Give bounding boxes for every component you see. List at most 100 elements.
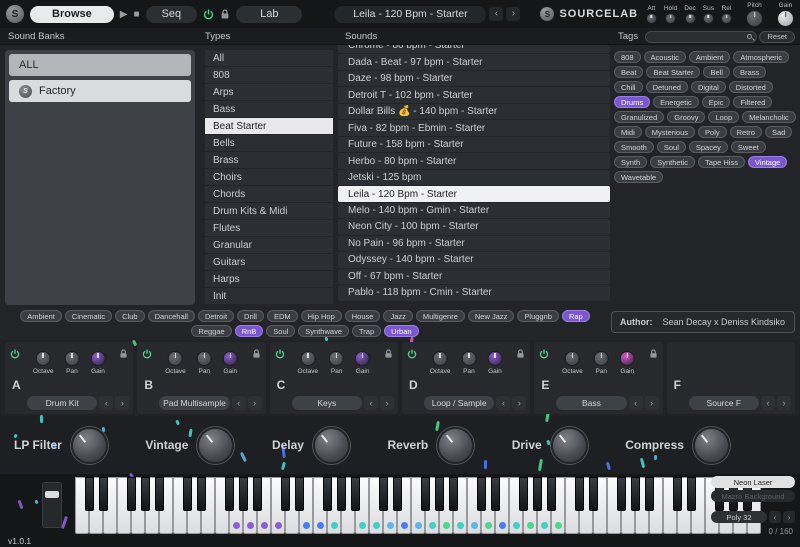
channel-prev-button[interactable]: ‹	[496, 396, 510, 410]
piano-black-key[interactable]	[323, 477, 332, 511]
gain-knob[interactable]	[487, 351, 502, 366]
tag-chip-distorted[interactable]: Distorted	[729, 81, 773, 93]
channel-lock-icon[interactable]	[384, 346, 393, 364]
seq-button[interactable]: Seq	[146, 6, 198, 23]
piano-black-key[interactable]	[225, 477, 234, 511]
genre-chip-rap[interactable]: Rap	[562, 310, 590, 322]
piano-black-key[interactable]	[617, 477, 626, 511]
channel-next-button[interactable]: ›	[115, 396, 129, 410]
tag-chip-melancholic[interactable]: Melancholic	[742, 111, 796, 123]
tag-chip-poly[interactable]: Poly	[698, 126, 727, 138]
lab-button[interactable]: Lab	[236, 6, 302, 23]
piano-black-key[interactable]	[127, 477, 136, 511]
tag-chip-tape-hiss[interactable]: Tape Hiss	[698, 156, 745, 168]
poly-mode-button[interactable]: Poly 32	[711, 511, 767, 523]
piano-black-key[interactable]	[141, 477, 150, 511]
genre-chip-reggae[interactable]: Reggae	[191, 325, 231, 337]
type-item-drum-kits-midi[interactable]: Drum Kits & Midi	[205, 203, 333, 219]
tag-chip-digital[interactable]: Digital	[691, 81, 726, 93]
reset-tags-button[interactable]: Reset	[759, 31, 795, 43]
bank-item-all[interactable]: ALL	[9, 54, 191, 76]
type-item-choirs[interactable]: Choirs	[205, 169, 333, 185]
channel-source-selector[interactable]: Loop / Sample	[424, 396, 494, 410]
tag-chip-brass[interactable]: Brass	[733, 66, 766, 78]
tag-chip-granulized[interactable]: Granulized	[614, 111, 664, 123]
piano-black-key[interactable]	[183, 477, 192, 511]
piano-black-key[interactable]	[337, 477, 346, 511]
piano-black-key[interactable]	[477, 477, 486, 511]
genre-chip-edm[interactable]: EDM	[267, 310, 298, 322]
octave-knob[interactable]	[433, 351, 448, 366]
channel-prev-button[interactable]: ‹	[629, 396, 643, 410]
tag-chip-spacey[interactable]: Spacey	[689, 141, 728, 153]
pan-knob[interactable]	[64, 351, 79, 366]
tag-chip-ambient[interactable]: Ambient	[689, 51, 731, 63]
channel-power-icon[interactable]	[407, 346, 417, 364]
genre-chip-soul[interactable]: Soul	[266, 325, 295, 337]
tag-chip-filtered[interactable]: Filtered	[733, 96, 772, 108]
channel-source-selector[interactable]: Source F	[689, 396, 759, 410]
tag-chip-mysterious[interactable]: Mysterious	[645, 126, 695, 138]
piano-black-key[interactable]	[645, 477, 654, 511]
sound-item-daze-98-bpm-starter[interactable]: Daze - 98 bpm - Starter	[338, 71, 610, 86]
tag-chip-sad[interactable]: Sad	[765, 126, 792, 138]
tag-chip-atmospheric[interactable]: Atmospheric	[733, 51, 789, 63]
genre-chip-dancehall[interactable]: Dancehall	[148, 310, 195, 322]
channel-source-selector[interactable]: Keys	[292, 396, 362, 410]
neon-laser-button[interactable]: Neon Laser	[711, 476, 795, 488]
channel-next-button[interactable]: ›	[645, 396, 659, 410]
type-item-all[interactable]: All	[205, 50, 333, 66]
channel-next-button[interactable]: ›	[777, 396, 791, 410]
power-icon[interactable]	[203, 9, 214, 20]
browse-button[interactable]: Browse	[30, 6, 114, 23]
genre-chip-house[interactable]: House	[345, 310, 381, 322]
piano-black-key[interactable]	[393, 477, 402, 511]
sound-item-neon-city-100-bpm-starter[interactable]: Neon City - 100 bpm - Starter	[338, 219, 610, 234]
genre-chip-trap[interactable]: Trap	[352, 325, 381, 337]
att-knob[interactable]	[646, 13, 657, 24]
preset-selector[interactable]: Leila - 120 Bpm - Starter	[334, 6, 486, 23]
sound-item-leila-120-bpm-starter[interactable]: Leila - 120 Bpm - Starter	[338, 186, 610, 201]
tag-chip-chill[interactable]: Chill	[614, 81, 643, 93]
channel-next-button[interactable]: ›	[248, 396, 262, 410]
sound-item-detroit-t-102-bpm-starter[interactable]: Detroit T - 102 bpm - Starter	[338, 87, 610, 102]
pan-knob[interactable]	[461, 351, 476, 366]
gain-knob[interactable]	[620, 351, 635, 366]
channel-source-selector[interactable]: Bass	[556, 396, 626, 410]
type-item-init[interactable]: Init	[205, 288, 333, 304]
type-item-chords[interactable]: Chords	[205, 186, 333, 202]
compress-knob[interactable]	[693, 427, 730, 464]
tag-chip-bell[interactable]: Bell	[703, 66, 730, 78]
tag-chip-groovy[interactable]: Groovy	[667, 111, 705, 123]
octave-knob[interactable]	[168, 351, 183, 366]
piano-black-key[interactable]	[449, 477, 458, 511]
mazro-background-button[interactable]: Mazro Background	[711, 490, 795, 502]
channel-source-selector[interactable]: Pad Multisample	[159, 396, 229, 410]
genre-chip-ambient[interactable]: Ambient	[20, 310, 62, 322]
sound-item-fiva-82-bpm-ebmin-starter[interactable]: Fiva - 82 bpm - Ebmin - Starter	[338, 120, 610, 135]
channel-power-icon[interactable]	[539, 346, 549, 364]
tag-chip-808[interactable]: 808	[614, 51, 641, 63]
type-item-guitars[interactable]: Guitars	[205, 254, 333, 270]
piano-black-key[interactable]	[281, 477, 290, 511]
tag-chip-acoustic[interactable]: Acoustic	[644, 51, 686, 63]
channel-power-icon[interactable]	[275, 346, 285, 364]
genre-chip-new-jazz[interactable]: New Jazz	[468, 310, 515, 322]
channel-lock-icon[interactable]	[649, 346, 658, 364]
tag-chip-beat-starter[interactable]: Beat Starter	[646, 66, 700, 78]
channel-prev-button[interactable]: ‹	[364, 396, 378, 410]
tag-chip-synthetic[interactable]: Synthetic	[650, 156, 695, 168]
type-item-808[interactable]: 808	[205, 67, 333, 83]
pitch-knob[interactable]	[746, 10, 763, 27]
pan-knob[interactable]	[329, 351, 344, 366]
channel-source-selector[interactable]: Drum Kit	[27, 396, 97, 410]
channel-lock-icon[interactable]	[119, 346, 128, 364]
poly-next-button[interactable]: ›	[783, 511, 795, 523]
piano-black-key[interactable]	[295, 477, 304, 511]
piano-black-key[interactable]	[379, 477, 388, 511]
poly-prev-button[interactable]: ‹	[769, 511, 781, 523]
piano-black-key[interactable]	[421, 477, 430, 511]
piano-black-key[interactable]	[85, 477, 94, 511]
channel-next-button[interactable]: ›	[512, 396, 526, 410]
tag-chip-energetic[interactable]: Energetic	[653, 96, 699, 108]
